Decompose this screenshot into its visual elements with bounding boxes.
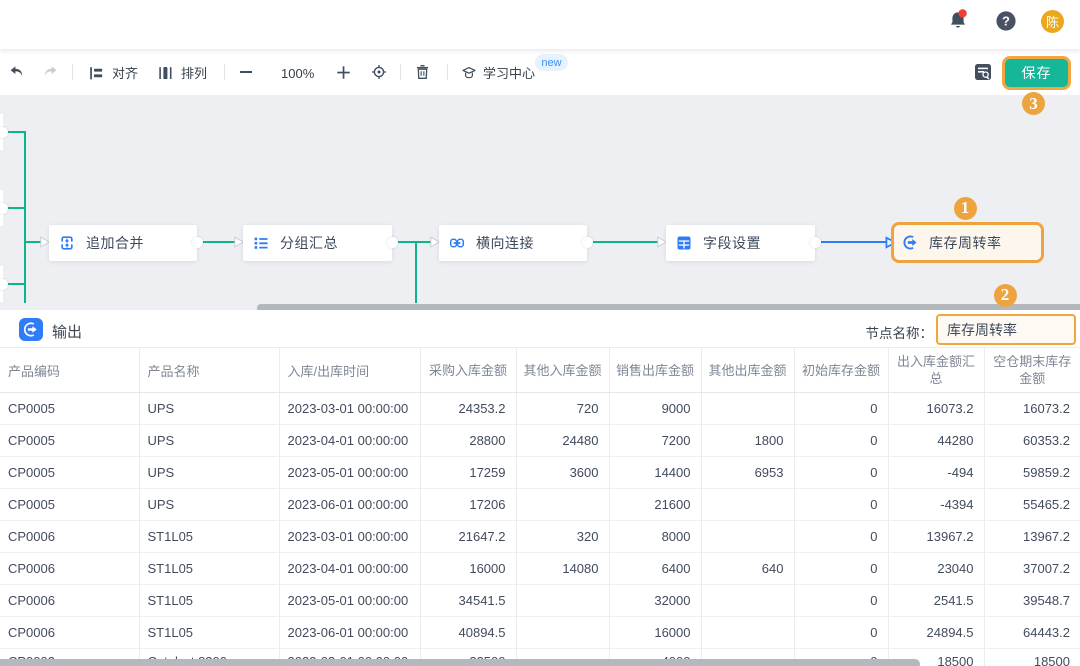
- svg-text:?: ?: [1002, 13, 1010, 28]
